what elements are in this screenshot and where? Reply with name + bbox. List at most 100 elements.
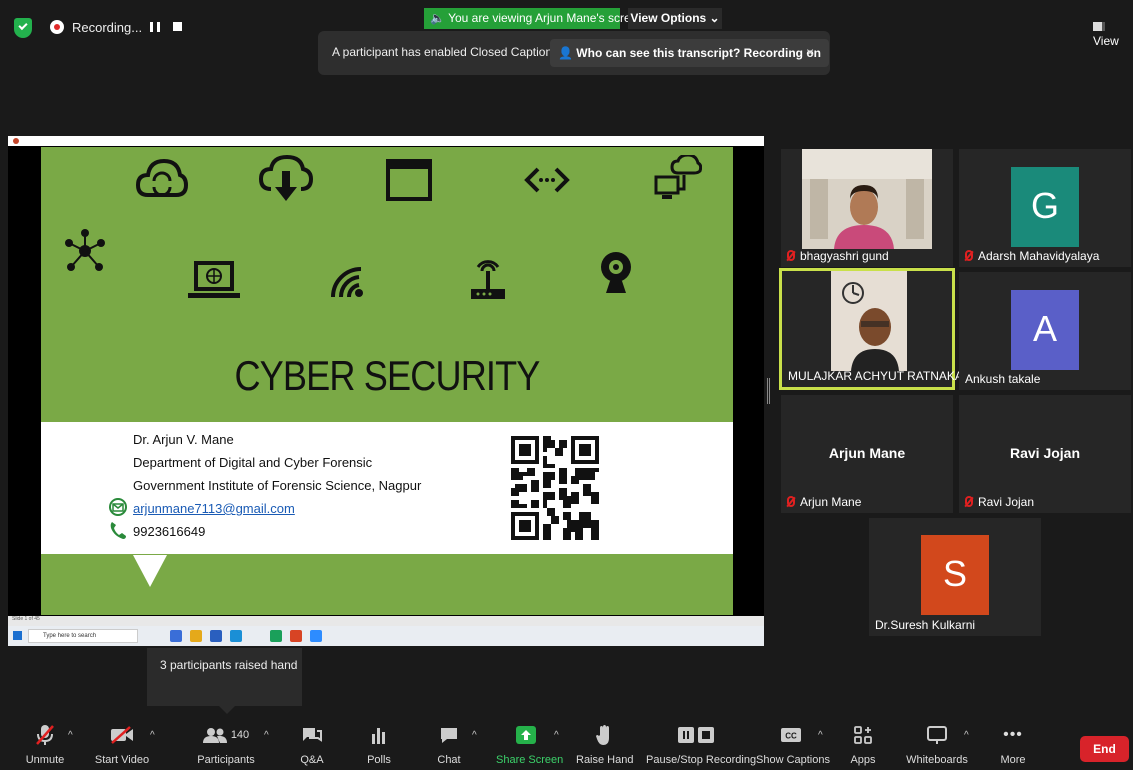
- mic-muted-icon: [787, 496, 795, 507]
- pause-stop-recording-button[interactable]: Pause/Stop Recording: [646, 724, 756, 766]
- zoom-app-icon[interactable]: [310, 630, 322, 642]
- audio-options-caret[interactable]: ^: [68, 730, 73, 741]
- router-icon: [471, 260, 505, 299]
- stop-recording-icon[interactable]: [173, 22, 182, 31]
- view-button[interactable]: View: [1093, 20, 1133, 48]
- qr-code-icon: [511, 436, 599, 540]
- shared-screen: CYBER SECURITY Dr. Arjun V. Mane Departm…: [8, 136, 764, 646]
- participant-name: Arjun Mane: [787, 495, 861, 509]
- participants-button[interactable]: 140 Participants: [196, 724, 256, 766]
- participant-name-text: Arjun Mane: [800, 495, 862, 509]
- share-screen-icon: [516, 726, 536, 744]
- phone-number: 9923616649: [133, 524, 206, 539]
- more-label: More: [1000, 754, 1026, 766]
- chat-options-caret[interactable]: ^: [472, 730, 477, 741]
- start-video-button[interactable]: Start Video: [94, 724, 150, 766]
- participants-label: Participants: [197, 754, 255, 766]
- email-icon: [109, 498, 127, 516]
- view-label: View: [1093, 34, 1119, 48]
- participant-display-name: Ravi Jojan: [1009, 445, 1081, 461]
- polls-button[interactable]: Polls: [364, 724, 394, 766]
- presentation-slide: CYBER SECURITY Dr. Arjun V. Mane Departm…: [41, 147, 733, 615]
- author-name: Dr. Arjun V. Mane: [133, 432, 234, 447]
- pause-stop-icon: [678, 727, 714, 743]
- taskbar-search-input[interactable]: Type here to search: [28, 629, 138, 643]
- viewing-screen-text: You are viewing Arjun Mane's screen: [448, 11, 645, 25]
- whiteboard-options-caret[interactable]: ^: [964, 730, 969, 741]
- participant-tile[interactable]: Ravi Jojan Ravi Jojan: [959, 395, 1131, 513]
- participant-name: Ankush takale: [965, 372, 1041, 386]
- close-notice-icon[interactable]: ×: [806, 44, 814, 60]
- edge-app-icon[interactable]: [170, 630, 182, 642]
- caption-notice: A participant has enabled Closed Caption…: [318, 31, 830, 75]
- participant-video: [831, 271, 907, 371]
- who-can-see-label: Who can see this transcript? Recording o…: [576, 46, 821, 60]
- chrome-app-icon[interactable]: [270, 630, 282, 642]
- cloud-download-icon: [259, 155, 313, 201]
- participant-name-text: Ravi Jojan: [978, 495, 1035, 509]
- participant-tile[interactable]: S Dr.Suresh Kulkarni: [869, 518, 1041, 636]
- laptop-globe-icon: [188, 261, 240, 298]
- participants-icon: [202, 728, 227, 743]
- cloud-sync-icon: [136, 158, 188, 197]
- mail-app-icon[interactable]: [230, 630, 242, 642]
- participant-tile[interactable]: bhagyashri gund: [781, 149, 953, 267]
- participant-tile-active-speaker[interactable]: MULAJKAR ACHYUT RATNAKAR...: [779, 268, 982, 390]
- captions-icon: CC: [781, 728, 801, 742]
- avatar: A: [1011, 290, 1079, 370]
- participant-tile[interactable]: G Adarsh Mahavidyalaya: [959, 149, 1131, 267]
- whiteboards-button[interactable]: Whiteboards: [906, 724, 968, 766]
- code-brackets-icon: [524, 167, 570, 193]
- apps-label: Apps: [850, 754, 876, 766]
- share-options-caret[interactable]: ^: [554, 730, 559, 741]
- windows-start-icon[interactable]: [13, 631, 22, 640]
- video-options-caret[interactable]: ^: [150, 730, 155, 741]
- participant-name-text: Adarsh Mahavidyalaya: [978, 249, 1100, 263]
- who-can-see-transcript-button[interactable]: 👤 Who can see this transcript? Recording…: [550, 39, 829, 67]
- network-nodes-icon: [65, 229, 105, 271]
- qa-button[interactable]: Q&A: [297, 724, 327, 766]
- end-meeting-button[interactable]: End: [1080, 736, 1129, 762]
- raise-hand-button[interactable]: Raise Hand: [576, 724, 634, 766]
- panel-resize-handle[interactable]: [767, 378, 770, 404]
- share-screen-button[interactable]: Share Screen: [496, 724, 564, 766]
- polls-label: Polls: [367, 754, 391, 766]
- more-button[interactable]: ••• More: [996, 724, 1030, 766]
- view-options-button[interactable]: View Options ⌄: [628, 8, 722, 29]
- department-name: Department of Digital and Cyber Forensic: [133, 455, 373, 470]
- avatar: G: [1011, 167, 1079, 247]
- powerpoint-titlebar: [8, 136, 764, 146]
- recording-icon: [50, 20, 64, 34]
- show-captions-button[interactable]: CC Show Captions: [756, 724, 830, 766]
- raise-hand-label: Raise Hand: [576, 754, 634, 766]
- participant-tile[interactable]: A Ankush takale: [959, 272, 1131, 390]
- mic-muted-icon: [787, 250, 795, 261]
- chat-button[interactable]: Chat: [434, 724, 464, 766]
- pause-recording-icon[interactable]: [150, 22, 160, 32]
- recording-status: Recording...: [72, 20, 143, 35]
- participants-options-caret[interactable]: ^: [264, 730, 269, 741]
- person-icon: 👤: [558, 46, 577, 60]
- qa-icon: [303, 728, 322, 742]
- mic-muted-icon: [965, 250, 973, 261]
- store-app-icon[interactable]: [210, 630, 222, 642]
- participant-tile[interactable]: Arjun Mane Arjun Mane: [781, 395, 953, 513]
- powerpoint-app-icon[interactable]: [290, 630, 302, 642]
- wifi-signal-icon: [331, 267, 363, 298]
- share-screen-label: Share Screen: [496, 754, 564, 766]
- security-shield-icon[interactable]: [14, 18, 32, 38]
- unmute-button[interactable]: Unmute: [20, 724, 70, 766]
- captions-options-caret[interactable]: ^: [818, 730, 823, 741]
- windows-taskbar: Type here to search: [8, 626, 764, 646]
- file-explorer-icon[interactable]: [190, 630, 202, 642]
- participant-display-name: Arjun Mane: [828, 445, 906, 461]
- show-captions-label: Show Captions: [756, 754, 830, 766]
- apps-icon: [854, 726, 872, 744]
- browser-window-icon: [386, 159, 432, 201]
- email-link[interactable]: arjunmane7113@gmail.com: [133, 501, 295, 516]
- qa-label: Q&A: [300, 754, 324, 766]
- participant-name: Ravi Jojan: [965, 495, 1034, 509]
- whiteboard-icon: [927, 726, 947, 744]
- apps-button[interactable]: Apps: [848, 724, 878, 766]
- raised-hands-toast[interactable]: 3 participants raised hand: [147, 648, 302, 714]
